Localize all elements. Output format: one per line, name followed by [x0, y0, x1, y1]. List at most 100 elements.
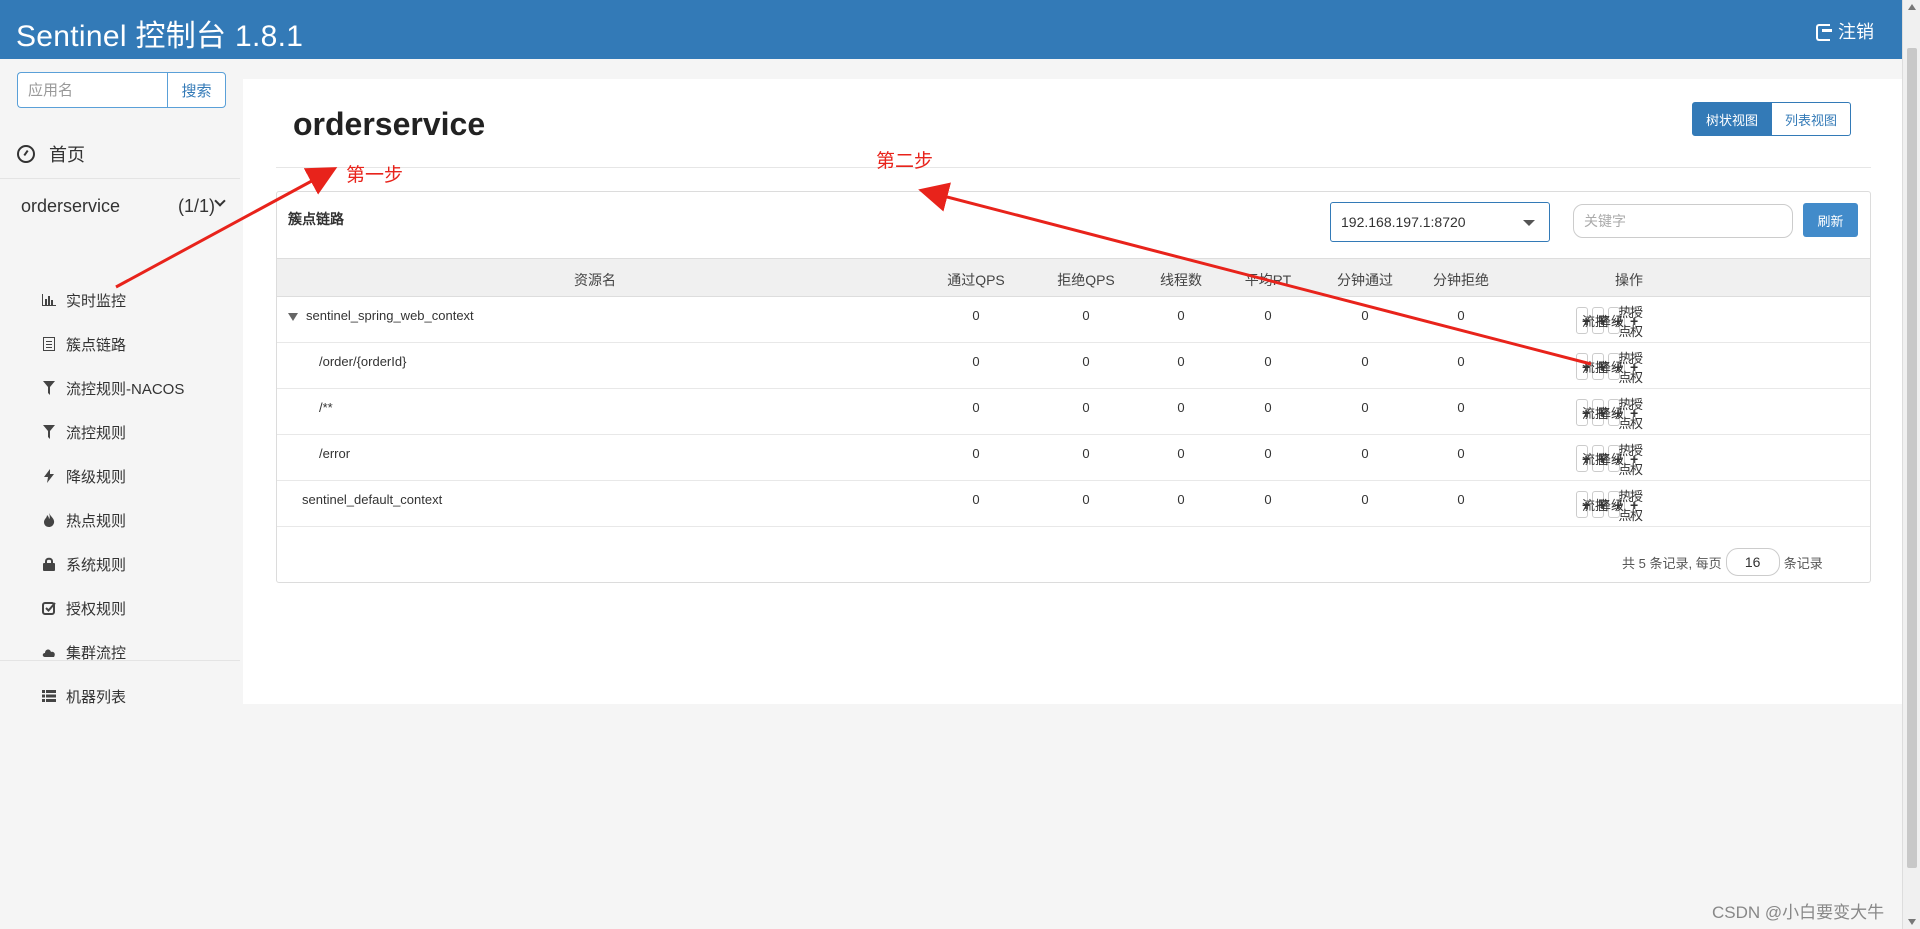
filter-icon: [41, 424, 57, 440]
cell-minute-block: 0: [1457, 308, 1465, 323]
sidebar-item-authority-rules[interactable]: 授权规则: [0, 586, 240, 630]
cell-minute-pass: 0: [1361, 400, 1369, 415]
keyword-input[interactable]: [1573, 204, 1793, 238]
cell-pass-qps: 0: [972, 400, 980, 415]
caret-down-icon[interactable]: [288, 312, 298, 321]
scroll-down-icon[interactable]: [1908, 919, 1916, 925]
table-row: sentinel_spring_web_context 0 0 0 0 0 0 …: [277, 297, 1870, 343]
cell-avg-rt: 0: [1264, 446, 1272, 461]
cell-minute-block: 0: [1457, 354, 1465, 369]
sidebar-item-label: 流控规则-NACOS: [66, 380, 185, 398]
add-flow-rule-button[interactable]: + 流控: [1576, 445, 1608, 472]
pagination: 共 5 条记录, 每页 条记录: [1622, 548, 1823, 576]
add-flow-rule-button[interactable]: + 流控: [1576, 307, 1608, 334]
logout-icon: [1816, 23, 1834, 41]
sidebar: 搜索 首页 orderservice (1/1) 实时监控 簇点链路 流控规则-…: [0, 59, 240, 706]
column-header-pass-qps: 通过QPS: [947, 272, 1005, 288]
pagination-total: 共 5 条记录, 每页: [1622, 555, 1722, 571]
resource-card: 簇点链路 192.168.197.1:8720 刷新 资源名 通过QPS 拒绝Q…: [276, 191, 1871, 583]
cell-threads: 0: [1177, 492, 1185, 507]
cell-pass-qps: 0: [972, 492, 980, 507]
add-flow-rule-button[interactable]: + 流控: [1576, 353, 1608, 380]
cell-block-qps: 0: [1082, 492, 1090, 507]
column-header-resource: 资源名: [574, 272, 616, 288]
row-operations: + 流控 + 降级 + 热点 + 授权: [1576, 443, 1643, 477]
view-toggle: 树状视图 列表视图: [1692, 102, 1852, 136]
sidebar-item-system-rules[interactable]: 系统规则: [0, 542, 240, 586]
cell-avg-rt: 0: [1264, 492, 1272, 507]
resource-name[interactable]: sentinel_spring_web_context: [288, 308, 474, 323]
cell-avg-rt: 0: [1264, 354, 1272, 369]
cell-minute-pass: 0: [1361, 492, 1369, 507]
cell-threads: 0: [1177, 308, 1185, 323]
app-machine-count: (1/1): [178, 195, 216, 216]
cell-block-qps: 0: [1082, 446, 1090, 461]
sidebar-item-home[interactable]: 首页: [0, 129, 240, 179]
row-operations: + 流控 + 降级 + 热点 + 授权: [1576, 397, 1643, 431]
cell-avg-rt: 0: [1264, 308, 1272, 323]
lock-icon: [41, 556, 57, 572]
sidebar-item-label: 授权规则: [66, 600, 127, 618]
sidebar-item-hotspot-rules[interactable]: 热点规则: [0, 498, 240, 542]
caret-down-icon: [1523, 220, 1535, 226]
sidebar-item-realtime-monitor[interactable]: 实时监控: [0, 278, 240, 322]
scroll-up-icon[interactable]: [1908, 4, 1916, 10]
cell-minute-block: 0: [1457, 492, 1465, 507]
sidebar-item-label: 实时监控: [66, 292, 127, 310]
sidebar-item-cluster-link[interactable]: 簇点链路: [0, 322, 240, 366]
column-header-minute-block: 分钟拒绝: [1433, 272, 1489, 288]
scrollbar-thumb[interactable]: [1907, 48, 1917, 868]
step1-label: 第一步: [346, 164, 404, 186]
logout-label: 注销: [1838, 22, 1874, 42]
table-header: 资源名 通过QPS 拒绝QPS 线程数 平均RT 分钟通过 分钟拒绝 操作: [277, 258, 1870, 297]
row-operations: + 流控 + 降级 + 热点 + 授权: [1576, 351, 1643, 385]
app-search-input[interactable]: [17, 72, 167, 108]
page-size-input[interactable]: [1725, 548, 1780, 576]
cell-pass-qps: 0: [972, 308, 980, 323]
vertical-scrollbar[interactable]: [1902, 0, 1920, 929]
cell-minute-block: 0: [1457, 446, 1465, 461]
sidebar-item-label: 机器列表: [66, 688, 127, 706]
app-search-button[interactable]: 搜索: [167, 72, 226, 108]
resource-name: /**: [319, 400, 333, 415]
machine-select-value: 192.168.197.1:8720: [1341, 214, 1466, 230]
sidebar-item-label: 热点规则: [66, 512, 127, 530]
dashboard-icon: [17, 144, 35, 163]
sidebar-item-flow-rules-nacos[interactable]: 流控规则-NACOS: [0, 366, 240, 410]
sidebar-item-machine-list[interactable]: 机器列表: [0, 674, 240, 718]
app-submenu: 实时监控 簇点链路 流控规则-NACOS 流控规则 降级规则 热点规则 系统规则…: [0, 278, 240, 718]
chevron-down-icon: [214, 195, 226, 207]
sidebar-app-orderservice[interactable]: orderservice (1/1): [0, 180, 240, 232]
add-flow-rule-button[interactable]: + 流控: [1576, 399, 1608, 426]
sidebar-item-label: 系统规则: [66, 556, 127, 574]
cell-threads: 0: [1177, 400, 1185, 415]
sidebar-item-cluster-flow[interactable]: 集群流控: [0, 630, 240, 674]
row-operations: + 流控 + 降级 + 热点 + 授权: [1576, 489, 1643, 523]
cell-block-qps: 0: [1082, 354, 1090, 369]
add-flow-rule-button[interactable]: + 流控: [1576, 491, 1608, 518]
cell-pass-qps: 0: [972, 446, 980, 461]
main-panel: orderservice 树状视图 列表视图 簇点链路 192.168.197.…: [243, 79, 1902, 704]
machine-select[interactable]: 192.168.197.1:8720: [1330, 202, 1550, 242]
cloud-icon: [41, 644, 57, 660]
app-title: Sentinel 控制台 1.8.1: [16, 20, 304, 53]
refresh-button[interactable]: 刷新: [1803, 203, 1858, 237]
list-view-button[interactable]: 列表视图: [1772, 102, 1852, 136]
table-icon: [41, 688, 57, 704]
flash-icon: [41, 468, 57, 484]
title-divider: [276, 167, 1871, 168]
cell-avg-rt: 0: [1264, 400, 1272, 415]
sidebar-item-degrade-rules[interactable]: 降级规则: [0, 454, 240, 498]
logout-button[interactable]: 注销: [1816, 18, 1874, 44]
table-row: /order/{orderId} 0 0 0 0 0 0 + 流控 + 降级 + 热点…: [277, 343, 1870, 389]
tree-view-button[interactable]: 树状视图: [1692, 102, 1773, 136]
table-row: /** 0 0 0 0 0 0 + 流控 + 降级 + 热点 + 授权: [277, 389, 1870, 435]
cell-threads: 0: [1177, 446, 1185, 461]
cell-threads: 0: [1177, 354, 1185, 369]
bar-chart-icon: [41, 292, 57, 308]
sidebar-item-label: 簇点链路: [66, 336, 127, 354]
column-header-threads: 线程数: [1160, 272, 1202, 288]
sidebar-item-flow-rules[interactable]: 流控规则: [0, 410, 240, 454]
table-row: /error 0 0 0 0 0 0 + 流控 + 降级 + 热点 + 授权: [277, 435, 1870, 481]
fire-icon: [41, 512, 57, 528]
